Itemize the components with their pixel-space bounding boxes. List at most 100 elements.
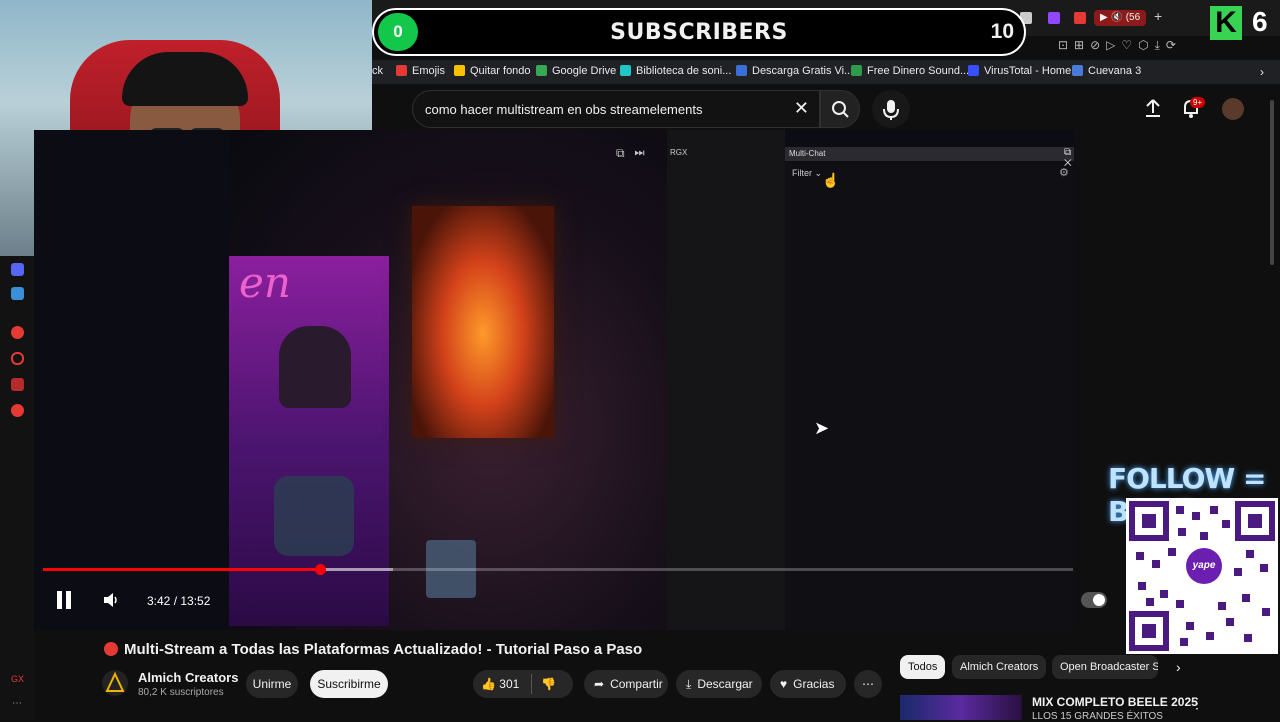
subscriber-goal: 10 — [990, 20, 1014, 43]
bookmark-item[interactable]: VirusTotal - Home — [968, 65, 1071, 77]
subscribe-button[interactable]: Suscribirme — [310, 670, 388, 698]
voice-search-button[interactable] — [872, 90, 910, 128]
channel-logo-icon — [102, 670, 128, 696]
recommendation-menu-icon[interactable]: ⋮ — [1190, 695, 1204, 712]
bookmark-icon — [736, 65, 747, 76]
download-button[interactable]: ⤓ Descargar — [676, 670, 762, 698]
thanks-icon: ♥ — [780, 677, 788, 691]
progress-scrubber[interactable] — [314, 564, 326, 575]
divider — [531, 674, 532, 694]
browser-toolbar-icons[interactable]: ⊡⊞⊘▷♡⬡⤓⟳ — [1058, 38, 1182, 53]
volume-button[interactable] — [101, 590, 121, 610]
chip-channel[interactable]: Almich Creators — [952, 655, 1047, 679]
bookmark-item[interactable]: Emojis — [396, 65, 445, 77]
multichat-title: Multi-Chat — [789, 149, 826, 158]
gear-icon[interactable]: ⚙ — [1059, 166, 1069, 179]
notifications-badge: 9+ — [1190, 97, 1206, 108]
subscriber-label: SUBSCRIBERS — [610, 20, 788, 45]
person-hair — [122, 52, 248, 106]
bookmark-item[interactable]: Biblioteca de soni... — [620, 65, 731, 77]
helmet-figure — [279, 326, 351, 408]
more-actions-button[interactable]: ⋯ — [854, 670, 882, 698]
bookmark-item[interactable]: ck — [372, 65, 383, 77]
source-label: RGX — [670, 148, 688, 157]
recommendation-subtitle: LLOS 15 GRANDES ÉXITOS — [1032, 711, 1163, 722]
obs-dock-titlebar — [785, 147, 1074, 161]
time-display: 3:42 / 13:52 — [147, 594, 211, 608]
toggle-knob — [1093, 594, 1105, 606]
search-input[interactable]: como hacer multistream en obs streamelem… — [412, 90, 820, 128]
chip-obs[interactable]: Open Broadcaster So — [1052, 655, 1158, 679]
active-tab[interactable]: ▶ 🔇 (56 — [1094, 10, 1147, 26]
recommendation-thumbnail[interactable] — [900, 695, 1022, 720]
upload-icon — [1146, 99, 1160, 117]
clear-search-icon[interactable]: ✕ — [794, 98, 809, 119]
bookmark-icon — [620, 65, 631, 76]
thanks-button[interactable]: ♥ Gracias — [770, 670, 846, 698]
qr-code: yape — [1126, 498, 1278, 654]
bookmark-icon — [851, 65, 862, 76]
thumbs-up-icon: 👍 — [481, 677, 496, 691]
more-icon: ⋯ — [862, 677, 874, 691]
bookmark-item[interactable]: Descarga Gratis Vi... — [736, 65, 853, 77]
history-icon[interactable] — [11, 352, 24, 365]
pause-button[interactable] — [54, 589, 74, 611]
virustotal-icon — [968, 65, 979, 76]
progress-played — [43, 568, 320, 571]
like-dislike-group: 👍 301 👎 — [473, 670, 573, 698]
recommendation-title[interactable]: MIX COMPLETO BEELE 2025 — [1032, 695, 1198, 709]
bookmark-item[interactable]: Google Drive — [536, 65, 616, 77]
channel-avatar[interactable] — [102, 670, 128, 696]
search-button[interactable] — [820, 90, 860, 128]
more-icon[interactable]: ⋯ — [12, 698, 22, 709]
pause-icon — [57, 591, 71, 609]
new-tab-button[interactable]: + — [1154, 8, 1162, 24]
filter-dropdown[interactable]: Filter ⌄ — [792, 168, 822, 179]
download-icon: ⤓ — [686, 677, 692, 691]
dislike-button[interactable]: 👎 — [541, 670, 556, 698]
google-drive-icon — [536, 65, 547, 76]
video-title: Multi-Stream a Todas las Plataformas Act… — [124, 641, 643, 658]
autoplay-toggle[interactable] — [1081, 592, 1107, 608]
like-count: 301 — [499, 677, 520, 691]
scrollbar[interactable] — [1270, 100, 1274, 265]
tab-favicon[interactable] — [1048, 12, 1060, 24]
share-icon: ➦ — [594, 677, 605, 691]
popout-icon[interactable]: ⧉ ⏭ — [616, 146, 645, 161]
kick-logo: K — [1210, 6, 1242, 40]
record-dot-icon — [104, 642, 118, 656]
channel-subscribers: 80,2 K suscriptores — [138, 687, 224, 698]
bookmark-icon — [454, 65, 465, 76]
shield-figure — [274, 476, 354, 556]
browser-sidebar: GX ⋯ — [0, 256, 34, 720]
bookmarks-more-icon[interactable]: › — [1260, 65, 1264, 79]
like-button[interactable]: 👍 301 — [481, 670, 519, 698]
settings-icon[interactable] — [11, 404, 24, 417]
search-query[interactable]: como hacer multistream en obs streamelem… — [425, 102, 702, 117]
chevron-right-icon[interactable]: › — [1176, 659, 1181, 675]
channel-name[interactable]: Almich Creators — [138, 670, 238, 685]
gx-icon[interactable]: GX — [11, 674, 24, 684]
volume-icon — [104, 593, 117, 607]
thumbs-down-icon: 👎 — [541, 677, 556, 691]
bookmark-icon — [396, 65, 407, 76]
join-button[interactable]: Unirme — [246, 670, 298, 698]
yape-logo: yape — [1186, 548, 1222, 584]
mouse-cursor-icon: ☝ — [822, 172, 840, 188]
bookmark-item[interactable]: Cuevana 3 — [1072, 65, 1141, 77]
mouse-cursor-icon: ➤ — [814, 418, 830, 438]
bookmark-icon — [1072, 65, 1083, 76]
discord-icon[interactable] — [11, 263, 24, 276]
kick-count: 6 — [1252, 6, 1268, 37]
avatar[interactable] — [1222, 98, 1244, 120]
music-icon[interactable] — [11, 326, 24, 339]
upload-button[interactable] — [1142, 97, 1164, 119]
video-player[interactable]: en Multi-Chat ⧉ ✕ Filter ⌄ ⚙ ⧉ ⏭ RGX — [34, 130, 1074, 630]
app-icon[interactable] — [11, 287, 24, 300]
bookmark-item[interactable]: Free Dinero Sound... — [851, 65, 969, 77]
tab-favicon[interactable] — [1074, 12, 1086, 24]
share-button[interactable]: ➦ Compartir — [584, 670, 668, 698]
bookmark-item[interactable]: Quitar fondo — [454, 65, 531, 77]
chip-all[interactable]: Todos — [900, 655, 946, 679]
extensions-icon[interactable] — [11, 378, 24, 391]
